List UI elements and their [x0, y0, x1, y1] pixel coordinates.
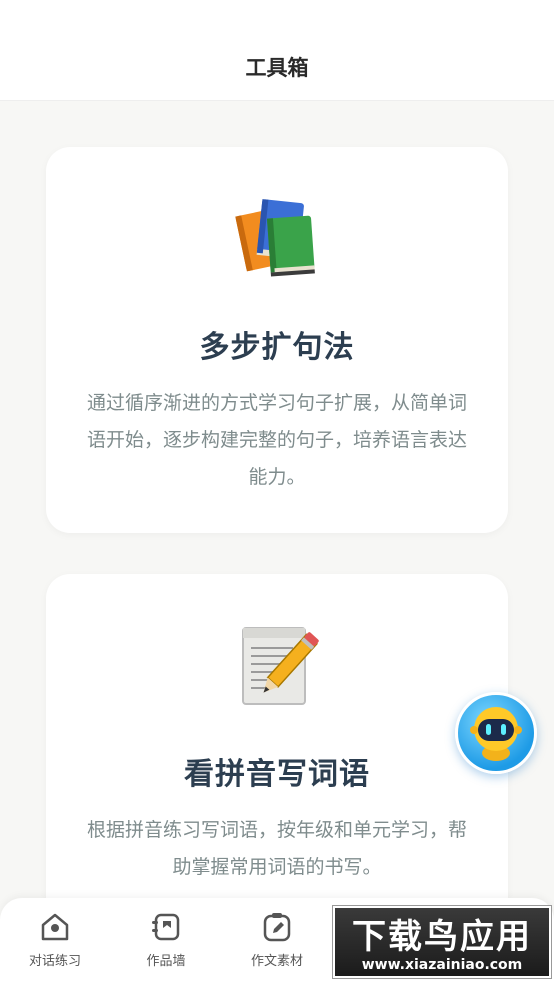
chat-practice-icon: [38, 910, 72, 944]
nav-label: 作品墙: [146, 954, 186, 969]
svg-text:www.xiazainiao.com: www.xiazainiao.com: [362, 957, 523, 973]
nav-label: 对话练习: [28, 954, 81, 969]
watermark-logo: 下载鸟应用 www.xiazainiao.com: [333, 906, 551, 978]
tool-card-pinyin-writing[interactable]: 看拼音写词语 根据拼音练习写词语，按年级和单元学习，帮助掌握常用词语的书写。: [46, 574, 508, 934]
essay-material-icon: [260, 910, 294, 944]
robot-icon: [470, 707, 522, 761]
nav-label: 作文素材: [250, 954, 303, 969]
books-icon: [46, 197, 508, 277]
app-header: 工具箱: [0, 0, 554, 101]
page-title: 工具箱: [245, 56, 309, 80]
nav-item-gallery-wall[interactable]: 作品墙: [111, 910, 221, 969]
gallery-wall-icon: [149, 910, 183, 944]
nav-item-essay-material[interactable]: 作文素材: [222, 910, 332, 969]
svg-text:下载鸟应用: 下载鸟应用: [352, 917, 532, 957]
nav-item-chat-practice[interactable]: 对话练习: [0, 910, 110, 969]
tool-card-sentence-expansion[interactable]: 多步扩句法 通过循序渐进的方式学习句子扩展，从简单词语开始，逐步构建完整的句子，…: [46, 147, 508, 533]
notepad-pencil-icon: [46, 624, 508, 708]
card-title: 多步扩句法: [199, 330, 355, 365]
ai-assistant-button[interactable]: [455, 692, 537, 774]
card-title: 看拼音写词语: [184, 757, 370, 792]
card-description: 通过循序渐进的方式学习句子扩展，从简单词语开始，逐步构建完整的句子，培养语言表达…: [86, 392, 467, 488]
card-description: 根据拼音练习写词语，按年级和单元学习，帮助掌握常用词语的书写。: [86, 819, 467, 878]
